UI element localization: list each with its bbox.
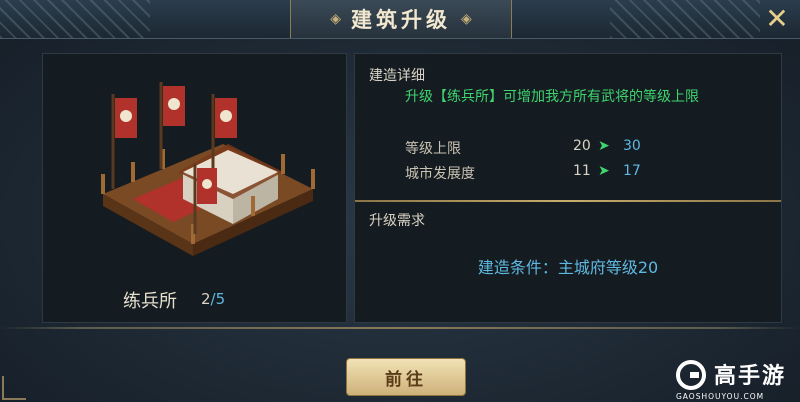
title-ornament-left-icon: ◈	[330, 11, 341, 27]
arrow-right-icon: ➤	[598, 163, 610, 179]
title-bar: ◈ 建筑升级 ◈ ✕	[0, 0, 800, 39]
stat-old-city-development: 11	[573, 163, 591, 179]
crossed-swords-icon: ✕	[765, 2, 789, 35]
stat-new-city-development: 17	[623, 163, 641, 179]
building-name: 练兵所	[123, 291, 177, 312]
title-plate: ◈ 建筑升级 ◈	[290, 0, 512, 38]
section-divider	[355, 200, 781, 202]
barracks-building-illustration	[101, 82, 315, 256]
building-count-current: 2	[201, 290, 211, 308]
title-ornament-right-icon: ◈	[461, 11, 472, 27]
watermark-text: 高手游	[714, 364, 787, 389]
footer-divider	[0, 327, 800, 329]
build-condition: 建造条件：主城府等级20	[477, 258, 659, 277]
building-panel: 练兵所 2/5	[42, 53, 347, 323]
close-button[interactable]: ✕	[762, 4, 792, 34]
building-count-max: /5	[210, 290, 226, 308]
stat-old-level-cap: 20	[573, 138, 591, 154]
go-button[interactable]: 前往	[346, 358, 466, 396]
corner-ornament	[2, 376, 26, 400]
upgrade-description: 升级【练兵所】可增加我方所有武将的等级上限	[405, 89, 699, 105]
stat-label-level-cap: 等级上限	[405, 141, 461, 157]
page-title: 建筑升级	[351, 7, 451, 32]
watermark: 高手游 GAOSHOUYOU.COM	[676, 356, 800, 402]
details-panel: 建造详细 升级【练兵所】可增加我方所有武将的等级上限 等级上限 20 ➤ 30 …	[354, 53, 782, 323]
arrow-right-icon: ➤	[598, 138, 610, 154]
stat-label-city-development: 城市发展度	[405, 166, 475, 182]
header-ornament-left	[0, 0, 150, 38]
header-ornament-right	[610, 0, 760, 38]
watermark-logo-icon	[676, 360, 706, 390]
building-count: 2/5	[201, 290, 225, 308]
requirements-section-title: 升级需求	[369, 213, 425, 229]
details-section-title: 建造详细	[369, 68, 425, 84]
watermark-subtext: GAOSHOUYOU.COM	[676, 392, 765, 401]
stat-new-level-cap: 30	[623, 138, 641, 154]
